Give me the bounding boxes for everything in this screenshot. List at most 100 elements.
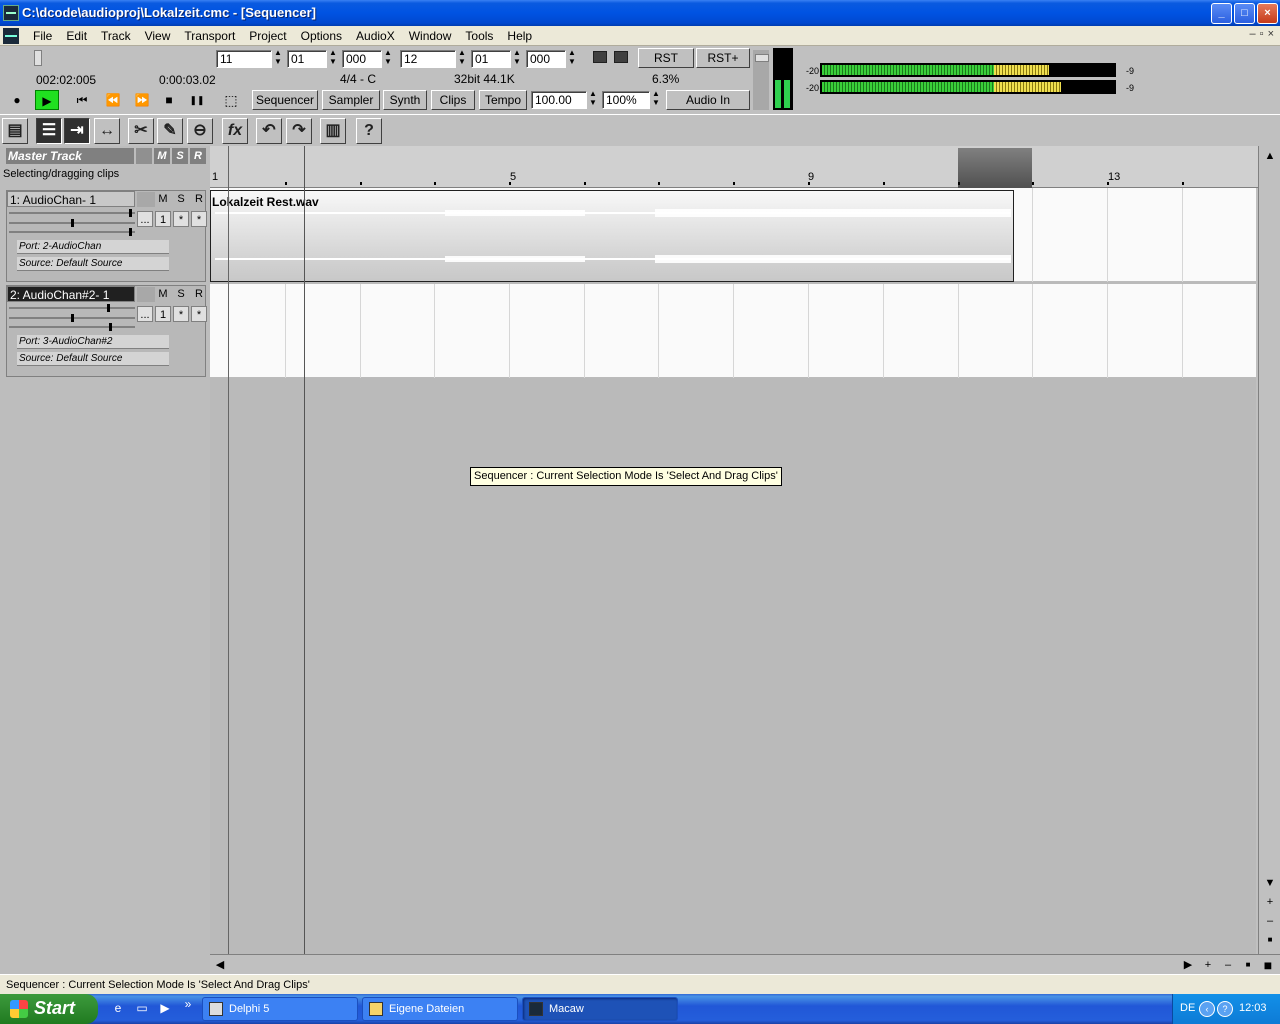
mdi-restore-button[interactable]: ▫ — [1260, 28, 1264, 40]
pause-button[interactable]: ❚❚ — [185, 90, 209, 110]
maximize-button[interactable]: □ — [1234, 3, 1255, 24]
track-mute-button[interactable]: M — [155, 287, 171, 302]
track-source[interactable]: Source: Default Source — [17, 257, 169, 271]
track-star-1[interactable]: * — [173, 211, 189, 227]
master-track[interactable]: Master Track M S R Selecting/dragging cl… — [3, 148, 206, 182]
scroll-right-icon[interactable]: ▶ — [1180, 957, 1196, 973]
effects-tool-icon[interactable]: fx — [222, 118, 248, 144]
loop-to-tick-spinner[interactable] — [567, 48, 579, 68]
track-list-icon[interactable]: ▤ — [2, 118, 28, 144]
stretch-tool-icon[interactable]: ↔ — [94, 118, 120, 144]
draw-tool-icon[interactable]: ✎ — [157, 118, 183, 144]
loop-from-bar-spinner[interactable] — [273, 48, 285, 68]
explorer-icon[interactable]: ▭ — [134, 1001, 150, 1017]
tray-arrow-icon[interactable]: ‹ — [1199, 1001, 1215, 1017]
timeline-ruler[interactable]: 1 5 9 13 — [210, 146, 1258, 188]
horizontal-scrollbar[interactable]: ◀ ▶ + – ■ ■ — [210, 954, 1280, 974]
track-star-2[interactable]: * — [191, 306, 207, 322]
mute-tool-icon[interactable]: ⊖ — [187, 118, 213, 144]
track-star-1[interactable]: * — [173, 306, 189, 322]
redo-icon[interactable]: ↷ — [286, 118, 312, 144]
minimize-button[interactable]: _ — [1211, 3, 1232, 24]
track-record-button[interactable]: R — [191, 192, 207, 207]
menu-help[interactable]: Help — [500, 29, 539, 43]
zoom-reset-horizontal-icon[interactable]: ■ — [1240, 957, 1256, 973]
tab-clips[interactable]: Clips — [431, 90, 475, 110]
language-indicator[interactable]: DE — [1180, 1002, 1195, 1014]
zoom-in-horizontal-icon[interactable]: + — [1200, 957, 1216, 973]
tab-tempo[interactable]: Tempo — [479, 90, 527, 110]
task-macaw[interactable]: Macaw — [522, 997, 678, 1021]
volume-slider[interactable] — [9, 209, 135, 217]
scroll-left-icon[interactable]: ◀ — [212, 957, 228, 973]
title-bar[interactable]: C:\dcode\audioproj\Lokalzeit.cmc - [Sequ… — [0, 0, 1280, 26]
master-record-button[interactable]: R — [190, 148, 206, 164]
app-icon[interactable] — [3, 5, 19, 21]
zoom-field[interactable]: 100% — [602, 91, 650, 109]
menu-audiox[interactable]: AudioX — [349, 29, 402, 43]
stop-button[interactable]: ■ — [157, 90, 181, 110]
zoom-in-vertical-icon[interactable]: + — [1262, 894, 1278, 910]
record-button[interactable]: ● — [5, 90, 29, 110]
track-options-button[interactable]: ... — [137, 211, 153, 227]
close-button[interactable]: × — [1257, 3, 1278, 24]
loop-from-beat[interactable]: 01 — [287, 50, 327, 68]
zoom-fit-icon[interactable]: ■ — [1260, 957, 1276, 973]
loop-to-bar-spinner[interactable] — [457, 48, 469, 68]
menu-window[interactable]: Window — [402, 29, 459, 43]
track-options-button[interactable]: ... — [137, 306, 153, 322]
track-channel[interactable]: 1 — [155, 306, 171, 322]
ie-icon[interactable]: e — [110, 1001, 126, 1017]
track-2[interactable]: 2: AudioChan#2- 1 M S R ... 1 * * Port: … — [6, 285, 207, 377]
audio-in-button[interactable]: Audio In — [666, 90, 750, 110]
loop-to-beat[interactable]: 01 — [471, 50, 511, 68]
playhead[interactable] — [304, 146, 305, 954]
loop-from-tick-spinner[interactable] — [383, 48, 395, 68]
tempo-field[interactable]: 100.00 — [531, 91, 587, 109]
mdi-close-button[interactable]: × — [1268, 28, 1274, 40]
send-slider[interactable] — [9, 228, 135, 236]
pan-slider[interactable] — [9, 219, 135, 227]
quicklaunch-more-icon[interactable]: » — [180, 997, 196, 1013]
zoom-out-vertical-icon[interactable]: – — [1262, 913, 1278, 929]
menu-options[interactable]: Options — [294, 29, 349, 43]
track-name[interactable]: 2: AudioChan#2- 1 — [7, 286, 135, 302]
pan-slider[interactable] — [9, 314, 135, 322]
track-source[interactable]: Source: Default Source — [17, 352, 169, 366]
track-channel[interactable]: 1 — [155, 211, 171, 227]
tab-synth[interactable]: Synth — [383, 90, 427, 110]
start-button[interactable]: Start — [0, 994, 98, 1024]
rewind-button[interactable]: ⏪ — [101, 90, 125, 110]
rst-button[interactable]: RST — [638, 48, 694, 68]
fast-forward-button[interactable]: ⏩ — [130, 90, 154, 110]
zoom-reset-vertical-icon[interactable]: ■ — [1262, 932, 1278, 948]
task-delphi[interactable]: Delphi 5 — [202, 997, 358, 1021]
tempo-spinner[interactable] — [588, 89, 600, 109]
tab-sampler[interactable]: Sampler — [322, 90, 380, 110]
select-tool-icon[interactable]: ☰ — [36, 118, 62, 144]
send-slider[interactable] — [9, 323, 135, 331]
task-eigene-dateien[interactable]: Eigene Dateien — [362, 997, 518, 1021]
menu-project[interactable]: Project — [242, 29, 293, 43]
scroll-up-icon[interactable]: ▲ — [1262, 148, 1278, 164]
go-to-start-button[interactable]: ⏮ — [70, 90, 94, 110]
loop-from-bar[interactable]: 11 — [216, 50, 272, 68]
locator-button-1[interactable] — [593, 51, 607, 63]
mdi-minimize-button[interactable]: – — [1250, 28, 1256, 40]
cut-tool-icon[interactable]: ✂ — [128, 118, 154, 144]
audio-clip[interactable]: Lokalzeit Rest.wav — [210, 190, 1014, 282]
undo-icon[interactable]: ↶ — [256, 118, 282, 144]
menu-edit[interactable]: Edit — [59, 29, 94, 43]
lane-track-1[interactable]: Lokalzeit Rest.wav — [210, 188, 1256, 282]
loop-to-tick[interactable]: 000 — [526, 50, 566, 68]
position-slider[interactable] — [4, 50, 204, 66]
play-button[interactable]: ▶ — [35, 90, 59, 110]
track-name[interactable]: 1: AudioChan- 1 — [7, 191, 135, 207]
track-port[interactable]: Port: 2-AudioChan — [17, 240, 169, 254]
menu-track[interactable]: Track — [94, 29, 138, 43]
loop-to-beat-spinner[interactable] — [512, 48, 524, 68]
input-level-slider[interactable] — [753, 50, 769, 110]
zoom-spinner[interactable] — [651, 89, 663, 109]
lane-track-2[interactable] — [210, 284, 1256, 378]
mixer-icon[interactable]: ▥ — [320, 118, 346, 144]
